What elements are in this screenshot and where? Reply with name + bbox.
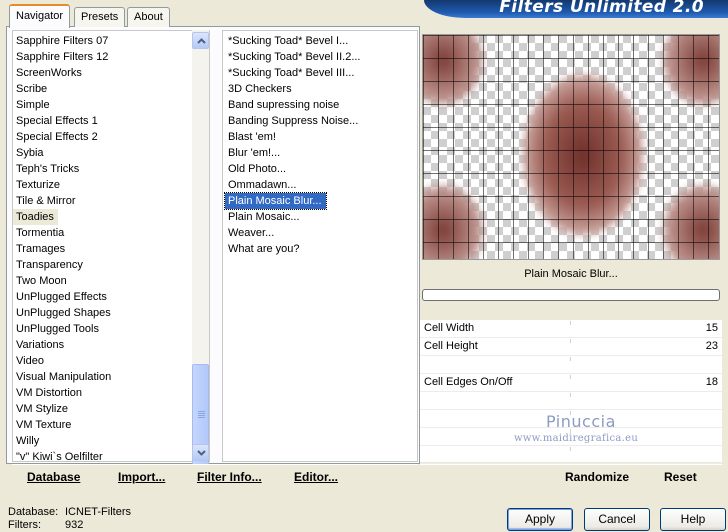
help-button[interactable]: Help xyxy=(660,508,726,531)
parameter-value: 15 xyxy=(705,322,718,334)
category-item[interactable]: Variations xyxy=(13,337,209,353)
status-filters-label: Filters: xyxy=(8,519,41,531)
category-item[interactable]: Toadies xyxy=(13,209,58,225)
filter-item[interactable]: *Sucking Toad* Bevel III... xyxy=(225,65,417,81)
apply-button[interactable]: Apply xyxy=(507,508,573,531)
chevron-up-icon xyxy=(197,38,206,44)
category-item[interactable]: Sapphire Filters 07 xyxy=(13,33,209,49)
category-item[interactable]: Special Effects 1 xyxy=(13,113,209,129)
category-scrollbar[interactable] xyxy=(192,30,209,466)
parameter-value: 23 xyxy=(705,340,718,352)
filter-item[interactable]: Blast 'em! xyxy=(225,129,417,145)
category-item[interactable]: Tramages xyxy=(13,241,209,257)
filter-item[interactable]: Band supressing noise xyxy=(225,97,417,113)
scroll-up-button[interactable] xyxy=(192,32,209,49)
category-item[interactable]: Two Moon xyxy=(13,273,209,289)
category-item[interactable]: UnPlugged Tools xyxy=(13,321,209,337)
category-item[interactable]: Tile & Mirror xyxy=(13,193,209,209)
preview-image xyxy=(422,34,720,260)
filter-item[interactable]: Ommadawn... xyxy=(225,177,417,193)
parameter-slider-tick[interactable] xyxy=(570,375,571,379)
filter-item[interactable]: *Sucking Toad* Bevel I... xyxy=(225,33,417,49)
database-button[interactable]: Database xyxy=(27,470,80,484)
tab-presets[interactable]: Presets xyxy=(74,7,126,27)
category-item[interactable]: VM Texture xyxy=(13,417,209,433)
category-item[interactable]: Tormentia xyxy=(13,225,209,241)
parameter-value: 18 xyxy=(705,376,718,388)
category-item[interactable]: Transparency xyxy=(13,257,209,273)
tab-about[interactable]: About xyxy=(127,7,170,27)
filter-item[interactable]: Old Photo... xyxy=(225,161,417,177)
progress-bar xyxy=(422,289,720,301)
category-item[interactable]: Special Effects 2 xyxy=(13,129,209,145)
category-item[interactable]: Video xyxy=(13,353,209,369)
parameter-slider-tick[interactable] xyxy=(570,447,571,451)
banner-title: Filters Unlimited 2.0 xyxy=(499,0,704,17)
randomize-button[interactable]: Randomize xyxy=(565,470,629,484)
status-filters-value: 932 xyxy=(65,519,84,531)
parameter-slider-tick[interactable] xyxy=(570,339,571,343)
category-item[interactable]: "v" Kiwi`s Oelfilter xyxy=(13,449,209,461)
category-item[interactable]: Scribe xyxy=(13,81,209,97)
editor-button[interactable]: Editor... xyxy=(294,470,338,484)
parameter-row[interactable] xyxy=(420,446,722,464)
category-item[interactable]: Willy xyxy=(13,433,209,449)
category-list[interactable]: Sapphire Filters 07 Sapphire Filters 12 Sc… xyxy=(12,30,210,462)
category-item[interactable]: Visual Manipulation xyxy=(13,369,209,385)
category-item[interactable]: UnPlugged Effects xyxy=(13,289,209,305)
parameter-slider-tick[interactable] xyxy=(570,393,571,397)
parameter-row[interactable]: Cell Edges On/Off 18 xyxy=(420,374,722,392)
category-item[interactable]: ScreenWorks xyxy=(13,65,209,81)
import-button[interactable]: Import... xyxy=(118,470,165,484)
category-item[interactable]: VM Stylize xyxy=(13,401,209,417)
filter-item[interactable]: 3D Checkers xyxy=(225,81,417,97)
filter-item[interactable]: What are you? xyxy=(225,241,417,257)
category-item[interactable]: VM Distortion xyxy=(13,385,209,401)
filter-item[interactable]: Plain Mosaic... xyxy=(225,209,417,225)
parameter-slider-tick[interactable] xyxy=(570,321,571,325)
parameter-row[interactable]: Cell Width 15 xyxy=(420,320,722,338)
category-item[interactable]: Sapphire Filters 12 xyxy=(13,49,209,65)
title-banner: Filters Unlimited 2.0 xyxy=(424,0,728,18)
category-item[interactable]: Sybia xyxy=(13,145,209,161)
parameter-row[interactable] xyxy=(420,356,722,374)
filter-item[interactable]: *Sucking Toad* Bevel II.2... xyxy=(225,49,417,65)
parameter-label: Cell Edges On/Off xyxy=(424,376,513,388)
filter-item[interactable]: Plain Mosaic Blur... xyxy=(224,192,327,210)
parameter-slider-tick[interactable] xyxy=(570,357,571,361)
parameter-label: Cell Height xyxy=(424,340,478,352)
parameter-row[interactable]: Cell Height 23 xyxy=(420,338,722,356)
category-item[interactable]: UnPlugged Shapes xyxy=(13,305,209,321)
category-item[interactable]: Simple xyxy=(13,97,209,113)
watermark-url: www.maidiregrafica.eu xyxy=(514,433,639,444)
parameter-label: Cell Width xyxy=(424,322,475,334)
reset-button[interactable]: Reset xyxy=(664,470,697,484)
cancel-button[interactable]: Cancel xyxy=(584,508,650,531)
category-item[interactable]: Teph's Tricks xyxy=(13,161,209,177)
filter-info-button[interactable]: Filter Info... xyxy=(197,470,262,484)
filter-item[interactable]: Banding Suppress Noise... xyxy=(225,113,417,129)
status-database-label: Database: xyxy=(8,506,59,518)
chevron-down-icon xyxy=(197,450,206,456)
scroll-down-button[interactable] xyxy=(192,444,209,461)
filter-item[interactable]: Weaver... xyxy=(225,225,417,241)
status-database-value: ICNET-Filters xyxy=(65,506,131,518)
category-item[interactable]: Texturize xyxy=(13,177,209,193)
watermark-name: Pinuccia xyxy=(546,412,616,431)
parameter-row[interactable] xyxy=(420,392,722,410)
filter-list[interactable]: *Sucking Toad* Bevel I... *Sucking Toad* … xyxy=(222,30,418,462)
current-filter-name: Plain Mosaic Blur... xyxy=(524,268,618,280)
tab-navigator[interactable]: Navigator xyxy=(9,4,71,28)
filter-item[interactable]: Blur 'em!... xyxy=(225,145,417,161)
